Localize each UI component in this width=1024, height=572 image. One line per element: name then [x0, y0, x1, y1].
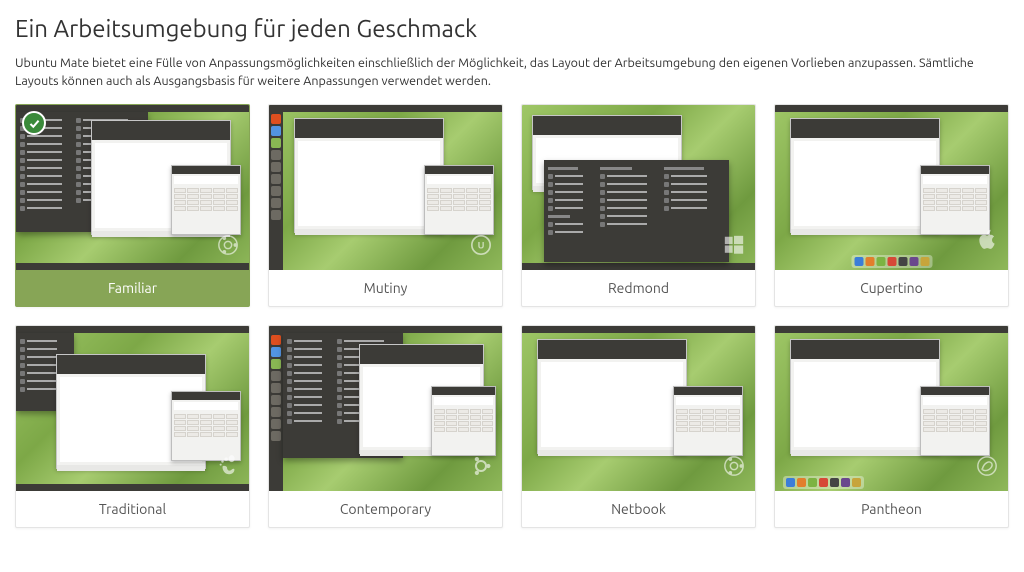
- layout-grid: Familiar U Mutiny: [15, 104, 1009, 528]
- layout-thumb: [522, 326, 755, 491]
- ubuntu-logo-icon: [470, 455, 492, 481]
- layout-card-contemporary[interactable]: Contemporary: [268, 325, 503, 528]
- layout-thumb: [775, 326, 1008, 491]
- page-title: Ein Arbeitsumgebung für jeden Geschmack: [15, 15, 1009, 42]
- layout-thumb: U: [269, 105, 502, 270]
- layout-thumb: [522, 105, 755, 270]
- ubuntu-mate-logo-icon: [723, 455, 745, 481]
- layout-card-cupertino[interactable]: Cupertino: [774, 104, 1009, 307]
- layout-thumb: [16, 105, 249, 270]
- layout-card-traditional[interactable]: Traditional: [15, 325, 250, 528]
- layout-label: Netbook: [522, 491, 755, 527]
- layout-label: Contemporary: [269, 491, 502, 527]
- layout-label: Familiar: [16, 270, 249, 306]
- ubuntu-mate-logo-icon: [217, 234, 239, 260]
- layout-card-mutiny[interactable]: U Mutiny: [268, 104, 503, 307]
- gnome-logo-icon: [217, 455, 239, 481]
- intro-text: Ubuntu Mate bietet eine Fülle von Anpass…: [15, 54, 1009, 90]
- layout-card-netbook[interactable]: Netbook: [521, 325, 756, 528]
- layout-card-redmond[interactable]: Redmond: [521, 104, 756, 307]
- elementary-logo-icon: [976, 455, 998, 481]
- svg-text:U: U: [478, 241, 485, 251]
- layout-card-pantheon[interactable]: Pantheon: [774, 325, 1009, 528]
- layout-label: Redmond: [522, 270, 755, 306]
- unity-logo-icon: U: [470, 234, 492, 260]
- apple-logo-icon: [976, 228, 998, 254]
- layout-thumb: [775, 105, 1008, 270]
- layout-label: Cupertino: [775, 270, 1008, 306]
- layout-label: Traditional: [16, 491, 249, 527]
- layout-card-familiar[interactable]: Familiar: [15, 104, 250, 307]
- layout-label: Mutiny: [269, 270, 502, 306]
- windows-logo-icon: [723, 234, 745, 260]
- layout-thumb: [16, 326, 249, 491]
- layout-label: Pantheon: [775, 491, 1008, 527]
- layout-thumb: [269, 326, 502, 491]
